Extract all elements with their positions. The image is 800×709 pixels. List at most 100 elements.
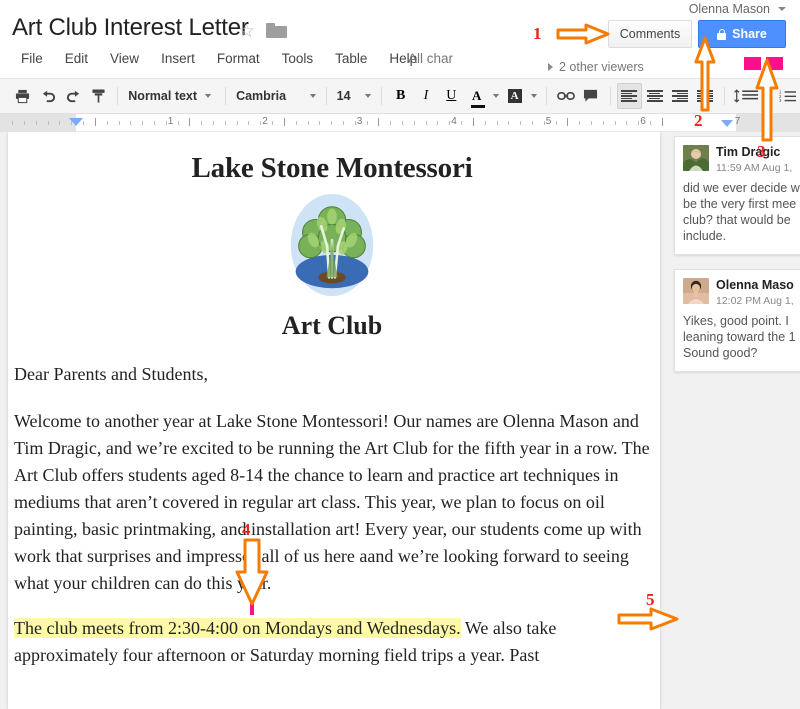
redo-button[interactable] bbox=[61, 83, 86, 109]
annotation-number-2: 2 bbox=[694, 111, 703, 130]
paragraph-1-text: Welcome to another year at Lake Stone Mo… bbox=[14, 411, 650, 566]
formatting-toolbar: Normal text Cambria 14 B I U A A 1 2 3 bbox=[0, 78, 800, 114]
ruler-tick bbox=[83, 121, 85, 125]
document-paragraph-1: Welcome to another year at Lake Stone Mo… bbox=[14, 408, 650, 597]
menu-item-file[interactable]: File bbox=[10, 48, 54, 69]
undo-button[interactable] bbox=[35, 83, 60, 109]
ruler-tick bbox=[59, 121, 61, 125]
ruler-tick bbox=[425, 121, 427, 125]
text-color-button[interactable]: A bbox=[464, 83, 489, 109]
ruler-tick bbox=[626, 121, 628, 125]
menu-item-format[interactable]: Format bbox=[206, 48, 271, 69]
comment-author: Tim Dragic bbox=[716, 145, 781, 159]
font-family-dropdown[interactable]: Cambria bbox=[232, 84, 320, 108]
logo-container bbox=[14, 191, 650, 299]
bold-button[interactable]: B bbox=[388, 83, 413, 109]
ruler-tick bbox=[366, 121, 368, 125]
chevron-down-icon bbox=[492, 94, 499, 98]
ruler-tick bbox=[236, 121, 238, 125]
paint-format-button[interactable] bbox=[86, 83, 111, 109]
comment-line: club? that would be bbox=[683, 213, 791, 227]
other-viewers[interactable]: 2 other viewers bbox=[548, 60, 644, 74]
annotation-number-5: 5 bbox=[646, 590, 655, 609]
comment-header: Olenna Maso 12:02 PM Aug 1, bbox=[683, 278, 800, 307]
numbered-list-button[interactable]: 1 2 3 bbox=[775, 83, 800, 109]
italic-button[interactable]: I bbox=[413, 83, 438, 109]
ruler-tick bbox=[614, 121, 616, 125]
menu-item-edit[interactable]: Edit bbox=[54, 48, 99, 69]
comment-line: include. bbox=[683, 229, 727, 243]
annotation-number-4: 4 bbox=[242, 520, 251, 539]
redo-icon bbox=[66, 90, 79, 102]
ruler-tick bbox=[177, 121, 179, 125]
ruler-number: 7 bbox=[734, 116, 741, 127]
comment-card[interactable]: Olenna Maso 12:02 PM Aug 1, Yikes, good … bbox=[674, 269, 800, 372]
align-left-button[interactable] bbox=[616, 83, 643, 109]
numbered-list-icon: 1 2 3 bbox=[779, 90, 796, 103]
highlight-color-button[interactable]: A bbox=[502, 83, 527, 109]
print-button[interactable] bbox=[10, 83, 35, 109]
ruler-tick bbox=[130, 121, 132, 125]
comments-sidebar[interactable]: Tim Dragic 11:59 AM Aug 1, did we ever d… bbox=[668, 132, 800, 709]
font-size-dropdown[interactable]: 14 bbox=[333, 84, 375, 108]
underline-button[interactable]: U bbox=[439, 83, 464, 109]
ruler-tick bbox=[437, 121, 439, 125]
comment-author: Olenna Maso bbox=[716, 278, 794, 292]
ruler-tick bbox=[602, 121, 604, 125]
comment-line: Sound good? bbox=[683, 346, 758, 360]
left-indent-marker[interactable] bbox=[69, 118, 83, 126]
ruler-tick bbox=[224, 121, 226, 125]
ruler-tick bbox=[94, 118, 96, 126]
ruler-tick bbox=[213, 121, 215, 125]
ruler-tick bbox=[661, 118, 663, 126]
tree-logo-image[interactable] bbox=[278, 191, 386, 299]
comment-line: be the very first mee bbox=[683, 197, 797, 211]
highlight-color-dropdown[interactable] bbox=[527, 83, 540, 109]
comment-meta: Tim Dragic 11:59 AM Aug 1, bbox=[716, 145, 792, 174]
bold-icon: B bbox=[395, 88, 406, 103]
align-right-button[interactable] bbox=[667, 83, 692, 109]
avatar[interactable] bbox=[683, 278, 709, 304]
chevron-down-icon bbox=[530, 94, 537, 98]
add-comment-button[interactable] bbox=[578, 83, 603, 109]
align-justify-button[interactable] bbox=[693, 83, 718, 109]
folder-icon[interactable] bbox=[266, 23, 287, 38]
ruler-tick bbox=[106, 121, 108, 125]
insert-link-button[interactable] bbox=[553, 83, 578, 109]
line-spacing-button[interactable] bbox=[731, 83, 762, 109]
ruler-tick bbox=[390, 121, 392, 125]
chevron-down-icon[interactable] bbox=[778, 7, 786, 11]
print-icon bbox=[16, 89, 30, 103]
align-center-button[interactable] bbox=[642, 83, 667, 109]
right-indent-marker[interactable] bbox=[721, 120, 733, 127]
ruler-tick bbox=[307, 121, 309, 125]
ruler-number: 4 bbox=[451, 116, 457, 127]
document-body[interactable]: Lake Stone Montessori Art Club Dear Pare… bbox=[8, 132, 660, 669]
chevron-down-icon bbox=[309, 94, 316, 98]
menu-item-tools[interactable]: Tools bbox=[271, 48, 325, 69]
chevron-down-icon bbox=[205, 94, 212, 98]
annotation-number-3: 3 bbox=[757, 142, 766, 161]
account-name[interactable]: Olenna Mason bbox=[689, 2, 770, 16]
document-page[interactable]: Lake Stone Montessori Art Club Dear Pare… bbox=[8, 132, 660, 709]
paragraph-style-dropdown[interactable]: Normal text bbox=[124, 84, 219, 108]
ruler[interactable]: 1 2 3 4 5 6 7 bbox=[0, 114, 800, 132]
page-title[interactable]: Art Club Interest Letter bbox=[12, 14, 249, 42]
ruler-tick bbox=[531, 121, 533, 125]
ruler-tick bbox=[342, 121, 344, 125]
text-color-dropdown[interactable] bbox=[489, 83, 502, 109]
ruler-tick bbox=[484, 121, 486, 125]
comments-button[interactable]: Comments bbox=[608, 20, 692, 48]
menu-item-table[interactable]: Table bbox=[324, 48, 378, 69]
highlight-icon: A bbox=[507, 89, 522, 103]
ruler-right-margin bbox=[736, 114, 800, 132]
ruler-tick bbox=[295, 121, 297, 125]
share-button[interactable]: Share bbox=[698, 20, 786, 48]
menu-item-insert[interactable]: Insert bbox=[150, 48, 206, 69]
comment-card[interactable]: Tim Dragic 11:59 AM Aug 1, did we ever d… bbox=[674, 136, 800, 255]
menu-item-view[interactable]: View bbox=[99, 48, 150, 69]
star-outline-icon[interactable]: ☆ bbox=[238, 22, 255, 41]
ruler-tick bbox=[248, 121, 250, 125]
ruler-tick bbox=[472, 118, 474, 126]
document-canvas[interactable]: Lake Stone Montessori Art Club Dear Pare… bbox=[0, 132, 668, 709]
